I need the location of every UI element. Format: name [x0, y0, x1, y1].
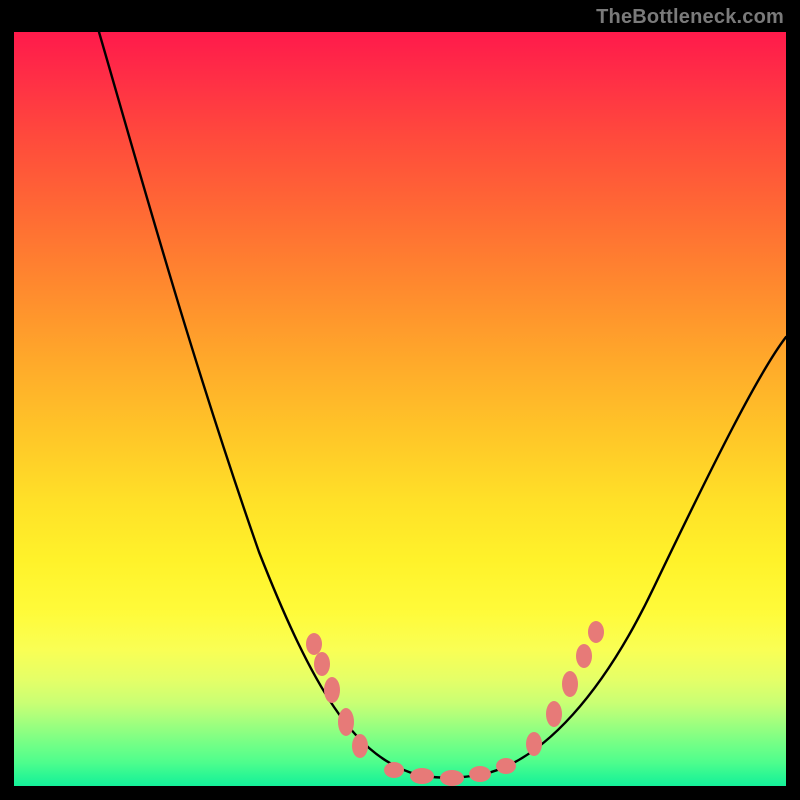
- marker: [440, 770, 464, 786]
- marker: [352, 734, 368, 758]
- plot-area: [14, 32, 786, 786]
- marker: [306, 633, 322, 655]
- marker: [546, 701, 562, 727]
- marker: [324, 677, 340, 703]
- marker: [562, 671, 578, 697]
- marker: [576, 644, 592, 668]
- marker: [588, 621, 604, 643]
- marker: [496, 758, 516, 774]
- marker: [526, 732, 542, 756]
- marker: [314, 652, 330, 676]
- bottleneck-curve: [14, 32, 786, 786]
- marker: [338, 708, 354, 736]
- outer-frame: TheBottleneck.com: [0, 0, 800, 800]
- marker: [469, 766, 491, 782]
- watermark-text: TheBottleneck.com: [596, 6, 784, 29]
- marker: [410, 768, 434, 784]
- marker: [384, 762, 404, 778]
- curve-path: [99, 32, 786, 778]
